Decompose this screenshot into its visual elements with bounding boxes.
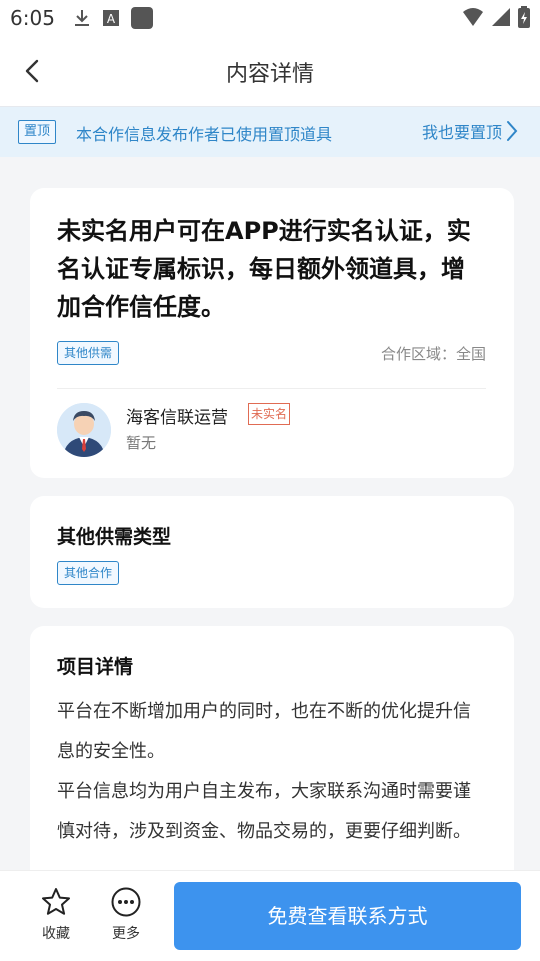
download-icon <box>74 10 89 26</box>
app-square-icon <box>130 7 153 29</box>
post-title: 未实名用户可在APP进行实名认证，实名认证专属标识，每日额外领道具，增加合作信任… <box>57 217 471 321</box>
more-button[interactable]: 更多 <box>101 887 151 943</box>
post-card: 未实名用户可在APP进行实名认证，实名认证专属标识，每日额外领道具，增加合作信任… <box>30 188 514 478</box>
signal-icon <box>492 8 510 26</box>
more-label: 更多 <box>112 926 140 942</box>
detail-paragraph: 平台在不断增加用户的同时，也在不断的优化提升信息的安全性。 <box>57 701 471 762</box>
type-card: 其他供需类型 其他合作 <box>30 496 514 608</box>
star-icon <box>42 888 70 915</box>
pinned-tag: 置顶 <box>18 120 57 144</box>
detail-card: 项目详情 平台在不断增加用户的同时，也在不断的优化提升信息的安全性。 平台信息均… <box>30 626 514 906</box>
battery-icon <box>518 6 530 28</box>
font-a-icon: A <box>102 10 119 26</box>
favorite-button[interactable]: 收藏 <box>31 887 81 943</box>
detail-paragraph: 平台信息均为用户自主发布，大家联系沟通时需要谨慎对待，涉及到资金、物品交易的，更… <box>57 781 471 842</box>
divider <box>57 388 486 389</box>
user-avatar-icon <box>57 403 111 457</box>
detail-text: 平台在不断增加用户的同时，也在不断的优化提升信息的安全性。 平台信息均为用户自主… <box>57 692 477 852</box>
category-tag: 其他供需 <box>57 341 120 365</box>
detail-section-title: 项目详情 <box>57 656 134 678</box>
favorite-label: 收藏 <box>42 926 70 942</box>
pinned-message: 本合作信息发布作者已使用置顶道具 <box>76 125 333 144</box>
status-bar: 6:05 A <box>0 0 540 36</box>
pin-too-link[interactable]: 我也要置顶 <box>422 119 518 143</box>
wifi-icon <box>463 8 483 26</box>
svg-text:A: A <box>107 12 116 26</box>
type-section-title: 其他供需类型 <box>57 526 172 548</box>
bottom-bar: 收藏 更多 免费查看联系方式 <box>0 870 540 961</box>
more-icon <box>111 887 141 917</box>
author-subtitle: 暂无 <box>126 434 157 452</box>
pin-too-label: 我也要置顶 <box>421 123 502 142</box>
status-time: 6:05 <box>10 6 55 30</box>
page-title: 内容详情 <box>225 62 314 87</box>
navbar: 内容详情 <box>0 36 540 107</box>
author-name[interactable]: 海客信联运营 <box>126 403 228 428</box>
view-contact-button[interactable]: 免费查看联系方式 <box>174 882 521 950</box>
unverified-badge: 未实名 <box>248 403 291 425</box>
avatar[interactable] <box>57 403 111 457</box>
region-text: 合作区域：全国 <box>380 345 486 363</box>
pinned-notice: 置顶 本合作信息发布作者已使用置顶道具 我也要置顶 <box>0 107 540 157</box>
type-tag: 其他合作 <box>57 561 120 585</box>
chevron-right-icon <box>507 121 518 141</box>
